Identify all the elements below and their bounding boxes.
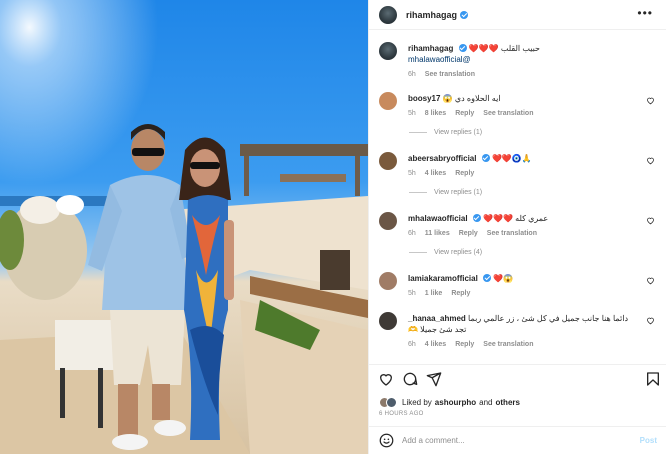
verified-badge-icon	[483, 274, 492, 282]
liker-avatar	[386, 397, 397, 408]
like-comment-heart-icon[interactable]	[646, 316, 655, 325]
view-replies-button[interactable]: View replies (4)	[409, 249, 482, 256]
post-timestamp[interactable]: 6 HOURS AGO	[379, 411, 424, 417]
author-avatar[interactable]	[379, 5, 397, 24]
like-comment-heart-icon[interactable]	[646, 216, 655, 225]
more-options-icon[interactable]: •••	[637, 6, 653, 20]
caption-username[interactable]: rihamhagag	[408, 44, 453, 53]
comment-likes[interactable]: 8 likes	[425, 108, 446, 119]
verified-badge-icon	[481, 154, 490, 162]
comment-avatar[interactable]	[379, 312, 397, 330]
comment-likes[interactable]: 4 likes	[425, 339, 446, 350]
liked-by-user[interactable]: ashourpho	[435, 398, 476, 407]
see-translation-button[interactable]: See translation	[487, 228, 537, 239]
comment-input[interactable]	[402, 436, 640, 445]
verified-badge-icon	[472, 214, 481, 222]
post-actions: Liked by ashourpho and others 6 HOURS AG…	[369, 364, 666, 420]
comment-item: lamiakaramofficial ❤️😱 5h 1 like Reply	[379, 272, 661, 300]
comment-item: abeersabryofficial ❤️❤️🧿🙏 5h 4 likes Rep…	[379, 152, 661, 180]
comment-item: mhalawaofficial عمري كله ❤️❤️❤️ 6h 11 li…	[379, 212, 661, 240]
post-caption: rihamhagag حبيب القلب ❤️❤️❤️ mhalawaoffi…	[379, 42, 661, 82]
comment-time[interactable]: 5h	[408, 288, 416, 299]
comment-username[interactable]: mhalawaofficial	[408, 214, 468, 223]
post-comment-button[interactable]: Post	[640, 436, 657, 445]
verified-badge-icon	[458, 44, 467, 52]
caption-avatar[interactable]	[379, 42, 397, 60]
share-send-icon[interactable]	[426, 371, 442, 387]
comment-item: _hanaa_ahmed دائما هنا جانب جميل في كل ش…	[379, 312, 661, 352]
post-photo[interactable]	[0, 0, 368, 454]
comment-likes[interactable]: 11 likes	[425, 228, 450, 239]
comment-likes[interactable]: 4 likes	[425, 168, 446, 179]
liked-by-others[interactable]: others	[496, 398, 520, 407]
post-panel: rihamhagag ••• rihamhagag حبيب القلب ❤️❤…	[368, 0, 666, 454]
author-username[interactable]: rihamhagag	[406, 10, 457, 20]
comment-time[interactable]: 6h	[408, 339, 416, 350]
comment-username[interactable]: boosy17	[408, 94, 440, 103]
caption-time[interactable]: 6h	[408, 69, 416, 80]
comment-avatar[interactable]	[379, 212, 397, 230]
caption-mention[interactable]: mhalawaofficial@	[408, 54, 657, 65]
caption-text: حبيب القلب ❤️❤️❤️	[468, 44, 540, 53]
comment-composer: Post	[369, 426, 666, 454]
liked-by: Liked by ashourpho and others	[379, 397, 520, 408]
comment-username[interactable]: abeersabryofficial	[408, 154, 476, 163]
comment-text: عمري كله ❤️❤️❤️	[483, 214, 549, 223]
comment-time[interactable]: 6h	[408, 228, 416, 239]
comment-avatar[interactable]	[379, 152, 397, 170]
reply-button[interactable]: Reply	[455, 168, 474, 179]
comment-username[interactable]: lamiakaramofficial	[408, 274, 478, 283]
view-replies-button[interactable]: View replies (1)	[409, 129, 482, 136]
reply-button[interactable]: Reply	[455, 108, 474, 119]
comment-time[interactable]: 5h	[408, 108, 416, 119]
post-header: rihamhagag •••	[369, 0, 666, 30]
comment-text: ❤️😱	[493, 274, 514, 283]
comment-time[interactable]: 5h	[408, 168, 416, 179]
comment-avatar[interactable]	[379, 272, 397, 290]
view-replies-button[interactable]: View replies (1)	[409, 189, 482, 196]
see-translation-button[interactable]: See translation	[425, 69, 475, 80]
comment-text: ❤️❤️🧿🙏	[491, 154, 532, 163]
comment-avatar[interactable]	[379, 92, 397, 110]
like-comment-heart-icon[interactable]	[646, 276, 655, 285]
like-heart-icon[interactable]	[378, 371, 394, 387]
reply-button[interactable]: Reply	[451, 288, 470, 299]
comment-likes[interactable]: 1 like	[425, 288, 443, 299]
see-translation-button[interactable]: See translation	[483, 108, 533, 119]
photo-scene	[0, 0, 368, 454]
see-translation-button[interactable]: See translation	[483, 339, 533, 350]
reply-button[interactable]: Reply	[455, 339, 474, 350]
like-comment-heart-icon[interactable]	[646, 156, 655, 165]
like-comment-heart-icon[interactable]	[646, 96, 655, 105]
verified-badge-icon	[460, 10, 469, 19]
liked-by-prefix: Liked by	[402, 398, 432, 407]
liked-by-and: and	[479, 398, 493, 407]
comment-bubble-icon[interactable]	[402, 371, 418, 387]
emoji-smiley-icon[interactable]	[379, 433, 394, 448]
comment-text: ايه الحلاوه دي 😱	[442, 94, 501, 103]
comment-username[interactable]: _hanaa_ahmed	[408, 314, 466, 323]
save-bookmark-icon[interactable]	[645, 371, 661, 387]
reply-button[interactable]: Reply	[459, 228, 478, 239]
comment-item: boosy17 ايه الحلاوه دي 😱 5h 8 likes Repl…	[379, 92, 661, 120]
